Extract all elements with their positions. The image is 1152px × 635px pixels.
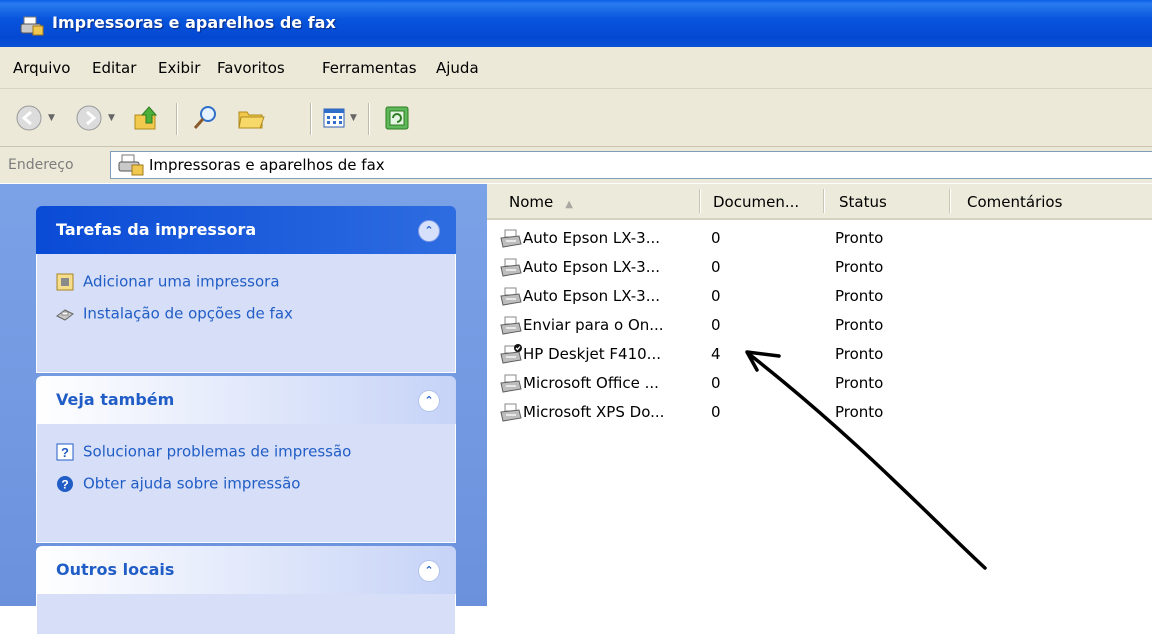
back-icon[interactable] xyxy=(14,103,44,133)
add-printer-icon xyxy=(56,273,74,291)
printer-folder-icon xyxy=(118,154,144,176)
back-dropdown-icon[interactable]: ▼ xyxy=(48,113,55,123)
up-folder-icon[interactable] xyxy=(132,103,162,133)
search-icon[interactable] xyxy=(190,103,220,133)
task-label: Instalação de opções de fax xyxy=(83,304,293,323)
see-also-panel: Veja também ⌃ ? Solucionar problemas de … xyxy=(36,376,456,543)
menu-ajuda[interactable]: Ajuda xyxy=(436,59,479,77)
printer-folder-icon xyxy=(20,16,44,36)
menu-bar: Arquivo Editar Exibir Favoritos Ferramen… xyxy=(0,47,1152,89)
window-title: Impressoras e aparelhos de fax xyxy=(52,13,336,32)
printer-list: Nome ▲ Documen... Status Comentários Auto… xyxy=(487,184,1152,606)
panel-title: Outros locais xyxy=(56,560,175,579)
printer-tasks-header[interactable]: Tarefas da impressora ⌃ xyxy=(36,206,456,254)
menu-favoritos[interactable]: Favoritos xyxy=(217,59,285,77)
printer-tasks-body: Adicionar uma impressora Instalação de o… xyxy=(36,254,456,373)
folders-icon[interactable] xyxy=(236,103,266,133)
collapse-icon[interactable]: ⌃ xyxy=(418,220,440,242)
svg-text:?: ? xyxy=(61,445,69,460)
troubleshoot-link[interactable]: ? Solucionar problemas de impressão xyxy=(55,442,351,462)
fax-setup-link[interactable]: Instalação de opções de fax xyxy=(55,304,293,324)
views-dropdown-icon[interactable]: ▼ xyxy=(350,113,357,123)
printer-tasks-panel: Tarefas da impressora ⌃ Adicionar uma im… xyxy=(36,206,456,373)
forward-icon[interactable] xyxy=(74,103,104,133)
help-link[interactable]: ? Obter ajuda sobre impressão xyxy=(55,474,300,494)
panel-title: Veja também xyxy=(56,390,175,409)
menu-ferramentas[interactable]: Ferramentas xyxy=(322,59,417,77)
toolbar: ▼ ▼ ▼ xyxy=(0,89,1152,147)
task-pane: Tarefas da impressora ⌃ Adicionar uma im… xyxy=(0,184,487,635)
title-bar[interactable]: Impressoras e aparelhos de fax xyxy=(0,0,1152,47)
task-label: Obter ajuda sobre impressão xyxy=(83,474,301,493)
menu-arquivo[interactable]: Arquivo xyxy=(13,59,70,77)
task-label: Adicionar uma impressora xyxy=(83,272,280,291)
task-label: Solucionar problemas de impressão xyxy=(83,442,352,461)
svg-text:?: ? xyxy=(61,478,68,492)
address-field[interactable]: Impressoras e aparelhos de fax xyxy=(110,151,1152,179)
address-value: Impressoras e aparelhos de fax xyxy=(149,156,385,174)
menu-exibir[interactable]: Exibir xyxy=(158,59,200,77)
help-question-icon: ? xyxy=(56,443,74,461)
see-also-body: ? Solucionar problemas de impressão ? Ob… xyxy=(36,424,456,543)
help-circle-icon: ? xyxy=(57,476,73,492)
other-places-body xyxy=(36,594,456,635)
panel-title: Tarefas da impressora xyxy=(56,220,257,239)
other-places-header[interactable]: Outros locais ⌃ xyxy=(36,546,456,594)
add-printer-link[interactable]: Adicionar uma impressora xyxy=(55,272,280,292)
collapse-icon[interactable]: ⌃ xyxy=(418,560,440,582)
collapse-icon[interactable]: ⌃ xyxy=(418,390,440,412)
fax-icon xyxy=(56,309,74,321)
views-icon[interactable] xyxy=(320,103,350,133)
other-places-panel: Outros locais ⌃ xyxy=(36,546,456,635)
annotation-arrow xyxy=(745,350,987,570)
address-label: Endereço xyxy=(8,157,74,173)
menu-editar[interactable]: Editar xyxy=(92,59,136,77)
address-bar: Endereço Impressoras e aparelhos de fax xyxy=(0,147,1152,183)
sync-icon[interactable] xyxy=(382,103,412,133)
forward-dropdown-icon[interactable]: ▼ xyxy=(108,113,115,123)
see-also-header[interactable]: Veja também ⌃ xyxy=(36,376,456,424)
